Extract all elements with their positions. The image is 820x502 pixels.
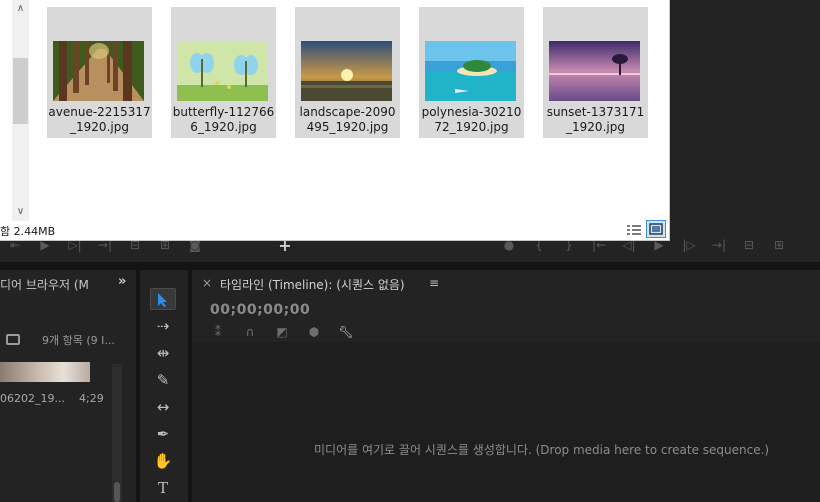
timeline-drop-area[interactable]	[192, 342, 820, 502]
file-name-line1: polynesia-30210	[421, 105, 522, 119]
item-count: 9개 항목 (9 I...	[42, 334, 115, 347]
scrollbar-thumb[interactable]	[13, 58, 28, 124]
file-name-line2: 495_1920.jpg	[306, 120, 389, 134]
file-name-line1: butterfly-112766	[172, 105, 275, 119]
track-select-tool-icon[interactable]: ⇢	[150, 315, 176, 337]
snap-icon[interactable]: ∩	[242, 325, 258, 339]
hand-tool-icon[interactable]: ✋	[150, 450, 176, 472]
media-browser-title[interactable]: 디어 브라우저 (M	[0, 276, 89, 293]
nest-icon[interactable]: ⁑	[210, 325, 226, 339]
razor-tool-icon[interactable]: ✎	[150, 369, 176, 391]
file-tile[interactable]: sunset-1373171 _1920.jpg	[543, 7, 648, 138]
clip-name[interactable]: 06202_19...	[0, 392, 65, 405]
lift-icon[interactable]: ⊟	[734, 238, 764, 252]
selection-tool-icon[interactable]	[150, 288, 176, 310]
panel-menu-icon[interactable]: ≡	[429, 276, 439, 290]
timeline-toolbar: ⁑ ∩ ◩ ⬢ 🔧︎	[210, 325, 354, 339]
file-tile[interactable]: butterfly-112766 6_1920.jpg	[171, 7, 276, 138]
file-name-line2: 6_1920.jpg	[190, 120, 257, 134]
pen-tool-icon[interactable]: ✒	[150, 423, 176, 445]
timeline-drop-hint: 미디어를 여기로 끌어 시퀀스를 생성합니다. (Drop media here…	[314, 443, 770, 457]
file-name-line1: sunset-1373171	[546, 105, 645, 119]
media-scrollbar-thumb[interactable]	[114, 482, 120, 502]
file-name-line1: avenue-2215317	[48, 105, 151, 119]
add-marker-icon[interactable]: ⬢	[306, 325, 322, 339]
scroll-up-icon[interactable]: ∧	[12, 0, 29, 18]
butterflies-thumbnail	[177, 41, 268, 101]
panel-divider	[0, 262, 820, 270]
slip-tool-icon[interactable]: ↔	[150, 396, 176, 418]
timeline-tab-title[interactable]: 타임라인 (Timeline): (시퀀스 없음)	[220, 276, 405, 293]
sunrise-landscape-thumbnail	[301, 41, 392, 101]
tropical-island-thumbnail	[425, 41, 516, 101]
scroll-down-icon[interactable]: ∨	[12, 203, 29, 221]
extract-icon[interactable]: ⊞	[764, 238, 794, 252]
wrench-icon[interactable]: 🔧︎	[338, 325, 354, 339]
file-name-line2: _1920.jpg	[70, 120, 129, 134]
file-tile[interactable]: avenue-2215317 _1920.jpg	[47, 7, 152, 138]
clip-thumbnail[interactable]	[0, 362, 90, 382]
file-explorer-window: ∧ ∨ avenue-2215317 _1920.jpg butterfly-1…	[0, 0, 670, 241]
folder-icon[interactable]	[6, 334, 20, 345]
file-tile[interactable]: polynesia-30210 72_1920.jpg	[419, 7, 524, 138]
go-to-out-icon[interactable]: →|	[704, 238, 734, 252]
details-view-icon[interactable]	[626, 222, 642, 236]
screen: ⇤ ▶ ▷| →| ⊟ ⊞ ◙ + ● { } |← ◁| ▶ |▷ →| ⊟ …	[0, 0, 820, 502]
type-tool-icon[interactable]: T	[150, 477, 176, 499]
close-icon[interactable]: ×	[202, 276, 212, 290]
file-tile[interactable]: landscape-2090 495_1920.jpg	[295, 7, 400, 138]
ripple-edit-tool-icon[interactable]: ⇹	[150, 342, 176, 364]
timeline-timecode[interactable]: 00;00;00;00	[210, 302, 310, 318]
status-bar-text: 함 2.44MB	[0, 225, 56, 238]
file-name-line2: 72_1920.jpg	[434, 120, 509, 134]
clip-duration: 4;29	[79, 392, 104, 405]
file-name-line2: _1920.jpg	[566, 120, 625, 134]
large-icons-view-icon[interactable]	[646, 220, 666, 238]
forest-avenue-thumbnail	[53, 41, 144, 101]
panel-overflow-icon[interactable]: »	[118, 274, 126, 289]
linked-selection-icon[interactable]: ◩	[274, 325, 290, 339]
file-name-line1: landscape-2090	[299, 105, 396, 119]
step-forward-icon[interactable]: |▷	[674, 238, 704, 252]
purple-sunset-thumbnail	[549, 41, 640, 101]
